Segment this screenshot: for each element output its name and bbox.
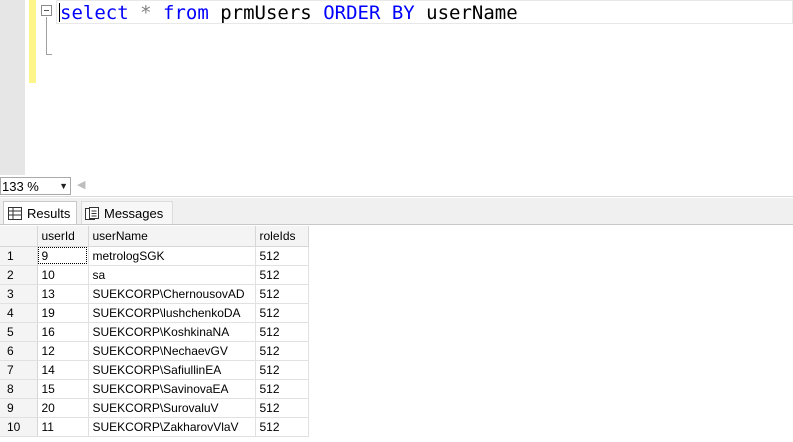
cell-userid[interactable]: 19 bbox=[37, 303, 89, 323]
row-number[interactable]: 6 bbox=[0, 341, 38, 361]
cell-userid[interactable]: 14 bbox=[37, 360, 89, 380]
query-editor[interactable]: select * from prmUsers ORDER BY userName bbox=[0, 0, 793, 175]
results-table: userId userName roleIds 1 9 metrologSGK 512… bbox=[0, 226, 309, 437]
results-grid[interactable]: userId userName roleIds 1 9 metrologSGK 512… bbox=[0, 226, 793, 442]
cell-username[interactable]: SUEKCORP\SurovaluV bbox=[88, 398, 256, 418]
grid-icon bbox=[8, 206, 22, 220]
tab-messages[interactable]: Messages bbox=[81, 201, 173, 224]
cell-userid[interactable]: 16 bbox=[37, 322, 89, 342]
column-header-username[interactable]: userName bbox=[88, 226, 256, 247]
row-number[interactable]: 8 bbox=[0, 379, 38, 399]
cell-roleids[interactable]: 512 bbox=[255, 398, 309, 418]
grid-header-row: userId userName roleIds bbox=[0, 226, 309, 247]
table-row[interactable]: 5 16 SUEKCORP\KoshkinaNA 512 bbox=[0, 322, 309, 342]
table-row[interactable]: 3 13 SUEKCORP\ChernousovAD 512 bbox=[0, 284, 309, 304]
table-row[interactable]: 7 14 SUEKCORP\SafiullinEA 512 bbox=[0, 360, 309, 380]
cell-userid[interactable]: 9 bbox=[37, 246, 89, 266]
cell-username[interactable]: sa bbox=[88, 265, 256, 285]
fold-guide-line bbox=[46, 17, 47, 55]
keyword-order-by: ORDER BY bbox=[323, 2, 415, 24]
cell-username[interactable]: SUEKCORP\KoshkinaNA bbox=[88, 322, 256, 342]
row-number[interactable]: 4 bbox=[0, 303, 38, 323]
fold-guide-end bbox=[46, 54, 52, 55]
table-row[interactable]: 10 11 SUEKCORP\ZakharovVlaV 512 bbox=[0, 417, 309, 437]
cell-userid[interactable]: 12 bbox=[37, 341, 89, 361]
cell-roleids[interactable]: 512 bbox=[255, 360, 309, 380]
cell-roleids[interactable]: 512 bbox=[255, 417, 309, 437]
row-number[interactable]: 7 bbox=[0, 360, 38, 380]
cell-username[interactable]: metrologSGK bbox=[88, 246, 256, 266]
cell-userid[interactable]: 13 bbox=[37, 284, 89, 304]
table-row[interactable]: 6 12 SUEKCORP\NechaevGV 512 bbox=[0, 341, 309, 361]
row-number[interactable]: 9 bbox=[0, 398, 38, 418]
cell-roleids[interactable]: 512 bbox=[255, 246, 309, 266]
dropdown-arrow-icon[interactable]: ▼ bbox=[59, 178, 68, 194]
cell-roleids[interactable]: 512 bbox=[255, 322, 309, 342]
cell-username[interactable]: SUEKCORP\NechaevGV bbox=[88, 341, 256, 361]
cell-roleids[interactable]: 512 bbox=[255, 303, 309, 323]
results-tabstrip: Results Messages bbox=[0, 198, 793, 225]
cell-userid[interactable]: 11 bbox=[37, 417, 89, 437]
tab-results[interactable]: Results bbox=[3, 201, 77, 224]
table-row[interactable]: 8 15 SUEKCORP\SavinovaEA 512 bbox=[0, 379, 309, 399]
column-header-roleids[interactable]: roleIds bbox=[255, 226, 309, 247]
scroll-left-icon[interactable]: ◀ bbox=[77, 178, 85, 193]
column-identifier: userName bbox=[426, 2, 518, 24]
cell-roleids[interactable]: 512 bbox=[255, 379, 309, 399]
cell-username[interactable]: SUEKCORP\ZakharovVlaV bbox=[88, 417, 256, 437]
keyword-select: select bbox=[60, 2, 129, 24]
tab-messages-label: Messages bbox=[104, 205, 164, 221]
messages-icon bbox=[85, 206, 99, 220]
editor-gutter bbox=[0, 0, 25, 175]
cell-username[interactable]: SUEKCORP\lushchenkoDA bbox=[88, 303, 256, 323]
zoom-select[interactable]: 133 % ▼ bbox=[0, 177, 71, 195]
column-header-userid[interactable]: userId bbox=[37, 226, 89, 247]
cell-userid[interactable]: 20 bbox=[37, 398, 89, 418]
table-identifier: prmUsers bbox=[220, 2, 312, 24]
sql-query-line[interactable]: select * from prmUsers ORDER BY userName bbox=[60, 1, 518, 25]
keyword-from: from bbox=[163, 2, 209, 24]
table-row[interactable]: 2 10 sa 512 bbox=[0, 265, 309, 285]
row-number[interactable]: 5 bbox=[0, 322, 38, 342]
row-number[interactable]: 10 bbox=[0, 417, 38, 437]
row-number[interactable]: 3 bbox=[0, 284, 38, 304]
table-row[interactable]: 4 19 SUEKCORP\lushchenkoDA 512 bbox=[0, 303, 309, 323]
row-number[interactable]: 1 bbox=[0, 246, 38, 266]
collapse-icon[interactable] bbox=[41, 5, 52, 16]
star-operator: * bbox=[140, 2, 152, 24]
cell-userid[interactable]: 10 bbox=[37, 265, 89, 285]
cell-roleids[interactable]: 512 bbox=[255, 265, 309, 285]
change-tracking-bar bbox=[29, 0, 36, 83]
cell-username[interactable]: SUEKCORP\ChernousovAD bbox=[88, 284, 256, 304]
zoom-value: 133 % bbox=[2, 179, 39, 194]
table-row[interactable]: 9 20 SUEKCORP\SurovaluV 512 bbox=[0, 398, 309, 418]
cell-roleids[interactable]: 512 bbox=[255, 284, 309, 304]
row-number[interactable]: 2 bbox=[0, 265, 38, 285]
tab-results-label: Results bbox=[27, 205, 71, 221]
table-row[interactable]: 1 9 metrologSGK 512 bbox=[0, 246, 309, 266]
grid-corner[interactable] bbox=[0, 226, 38, 247]
cell-userid[interactable]: 15 bbox=[37, 379, 89, 399]
cell-username[interactable]: SUEKCORP\SafiullinEA bbox=[88, 360, 256, 380]
cell-roleids[interactable]: 512 bbox=[255, 341, 309, 361]
editor-status-strip: 133 % ▼ ◀ bbox=[0, 175, 793, 197]
cell-username[interactable]: SUEKCORP\SavinovaEA bbox=[88, 379, 256, 399]
